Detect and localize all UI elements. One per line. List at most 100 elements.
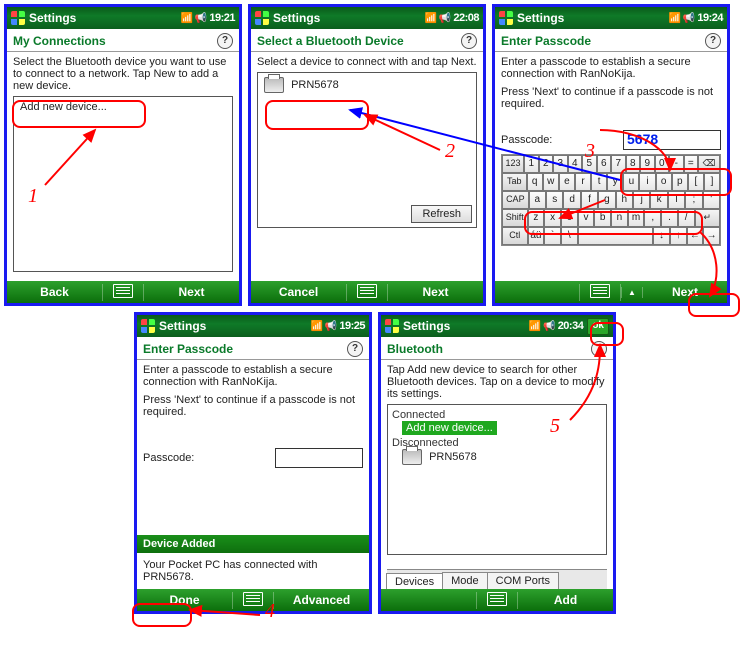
volume-icon[interactable] <box>195 12 207 24</box>
panel-my-connections: Settings 19:21 My Connections ? Select t… <box>4 4 242 306</box>
clock[interactable]: 19:24 <box>697 12 723 24</box>
start-icon[interactable] <box>499 11 513 25</box>
passcode-input[interactable]: 5678 <box>623 130 721 150</box>
anno-num-5: 5 <box>550 415 560 438</box>
anno-num-4: 4 <box>265 600 275 623</box>
sip-key[interactable]: d <box>563 191 580 209</box>
device-item[interactable]: PRN5678 <box>392 449 602 465</box>
advanced-button[interactable]: Advanced <box>274 593 369 607</box>
passcode-input[interactable] <box>275 448 363 468</box>
start-icon[interactable] <box>11 11 25 25</box>
anno-box-next3 <box>688 293 740 317</box>
clock[interactable]: 19:21 <box>209 12 235 24</box>
sip-toggle[interactable] <box>346 284 388 301</box>
volume-icon[interactable] <box>439 12 451 24</box>
anno-box-ok <box>590 322 624 346</box>
tab-com-ports[interactable]: COM Ports <box>487 572 559 589</box>
signal-icon <box>310 320 322 332</box>
next-button[interactable]: Next <box>144 285 239 299</box>
sip-toggle[interactable] <box>476 592 518 609</box>
tab-devices[interactable]: Devices <box>386 573 443 589</box>
sip-key[interactable]: 4 <box>568 155 583 173</box>
back-button[interactable]: Back <box>7 285 102 299</box>
disconnected-label: Disconnected <box>392 437 602 449</box>
softkey-bar: Back Next <box>7 281 239 303</box>
subheader-text: Bluetooth <box>387 342 443 356</box>
sip-key[interactable]: 3 <box>553 155 568 173</box>
volume-icon[interactable] <box>683 12 695 24</box>
sip-key[interactable]: g <box>598 191 615 209</box>
content: Select the Bluetooth device you want to … <box>7 52 239 281</box>
passcode-label: Passcode: <box>501 134 552 146</box>
sip-toggle[interactable] <box>102 284 144 301</box>
anno-box-addnew <box>12 100 146 128</box>
sip-key[interactable]: 1 <box>524 155 539 173</box>
add-new-device-item[interactable]: Add new device... <box>402 421 497 435</box>
signal-icon <box>180 12 192 24</box>
sip-key[interactable]: r <box>575 173 591 191</box>
anno-box-device <box>265 100 369 130</box>
anno-num-1: 1 <box>28 185 38 208</box>
passcode-label: Passcode: <box>143 452 194 464</box>
instructions-1: Enter a passcode to establish a secure c… <box>501 56 721 80</box>
start-icon[interactable] <box>141 319 155 333</box>
sip-key[interactable]: t <box>591 173 607 191</box>
anno-box-passcode <box>620 168 732 196</box>
subheader-text: My Connections <box>13 34 106 48</box>
title: Settings <box>273 11 420 25</box>
next-button[interactable]: Next <box>388 285 483 299</box>
instructions: Select a device to connect with and tap … <box>257 56 477 68</box>
instructions: Tap Add new device to search for other B… <box>387 364 607 400</box>
sip-key[interactable]: 2 <box>539 155 554 173</box>
refresh-button[interactable]: Refresh <box>411 205 472 223</box>
instructions-1: Enter a passcode to establish a secure c… <box>143 364 363 388</box>
help-icon[interactable]: ? <box>217 33 233 49</box>
subheader-text: Select a Bluetooth Device <box>257 34 404 48</box>
device-listbox[interactable]: PRN5678 Refresh <box>257 72 477 228</box>
volume-icon[interactable] <box>543 320 555 332</box>
help-icon[interactable]: ? <box>461 33 477 49</box>
sip-key[interactable]: f <box>581 191 598 209</box>
subheader-text: Enter Passcode <box>143 342 233 356</box>
help-icon[interactable]: ? <box>705 33 721 49</box>
cancel-button[interactable]: Cancel <box>251 285 346 299</box>
device-name: PRN5678 <box>291 79 339 91</box>
sip-key[interactable]: a <box>529 191 546 209</box>
anno-box-done <box>132 603 192 627</box>
sip-toggle[interactable] <box>579 284 621 301</box>
clock[interactable]: 20:34 <box>558 320 584 332</box>
printer-icon <box>264 77 284 93</box>
sip-key[interactable]: w <box>543 173 559 191</box>
device-listbox[interactable]: Connected Add new device... Disconnected… <box>387 404 607 555</box>
title: Settings <box>517 11 664 25</box>
clock[interactable]: 22:08 <box>453 12 479 24</box>
device-added-message: Your Pocket PC has connected with PRN567… <box>137 553 369 589</box>
device-added-header: Device Added <box>137 535 369 553</box>
sip-key[interactable]: CAP <box>502 191 529 209</box>
device-item[interactable]: PRN5678 <box>262 75 472 95</box>
signal-icon <box>424 12 436 24</box>
add-button[interactable]: Add <box>518 593 613 607</box>
sip-key[interactable]: q <box>527 173 543 191</box>
sip-key[interactable]: → <box>703 227 720 245</box>
help-icon[interactable]: ? <box>347 341 363 357</box>
start-icon[interactable] <box>255 11 269 25</box>
start-icon[interactable] <box>385 319 399 333</box>
tab-bar: Devices Mode COM Ports <box>387 569 607 589</box>
sip-key[interactable]: Tab <box>502 173 527 191</box>
sip-key[interactable]: 6 <box>597 155 612 173</box>
tab-mode[interactable]: Mode <box>442 572 488 589</box>
sip-up[interactable] <box>621 287 643 298</box>
clock[interactable]: 19:25 <box>339 320 365 332</box>
title: Settings <box>29 11 176 25</box>
sip-key[interactable]: 123 <box>502 155 524 173</box>
title: Settings <box>159 319 306 333</box>
subheader: Select a Bluetooth Device ? <box>251 29 483 52</box>
volume-icon[interactable] <box>325 320 337 332</box>
sip-key[interactable]: s <box>546 191 563 209</box>
sip-key[interactable]: e <box>559 173 575 191</box>
panel-enter-passcode: Settings 19:24 Enter Passcode ? Enter a … <box>492 4 730 306</box>
titlebar: Settings 22:08 <box>251 7 483 29</box>
anno-num-3: 3 <box>585 140 595 163</box>
device-name: PRN5678 <box>429 451 477 463</box>
